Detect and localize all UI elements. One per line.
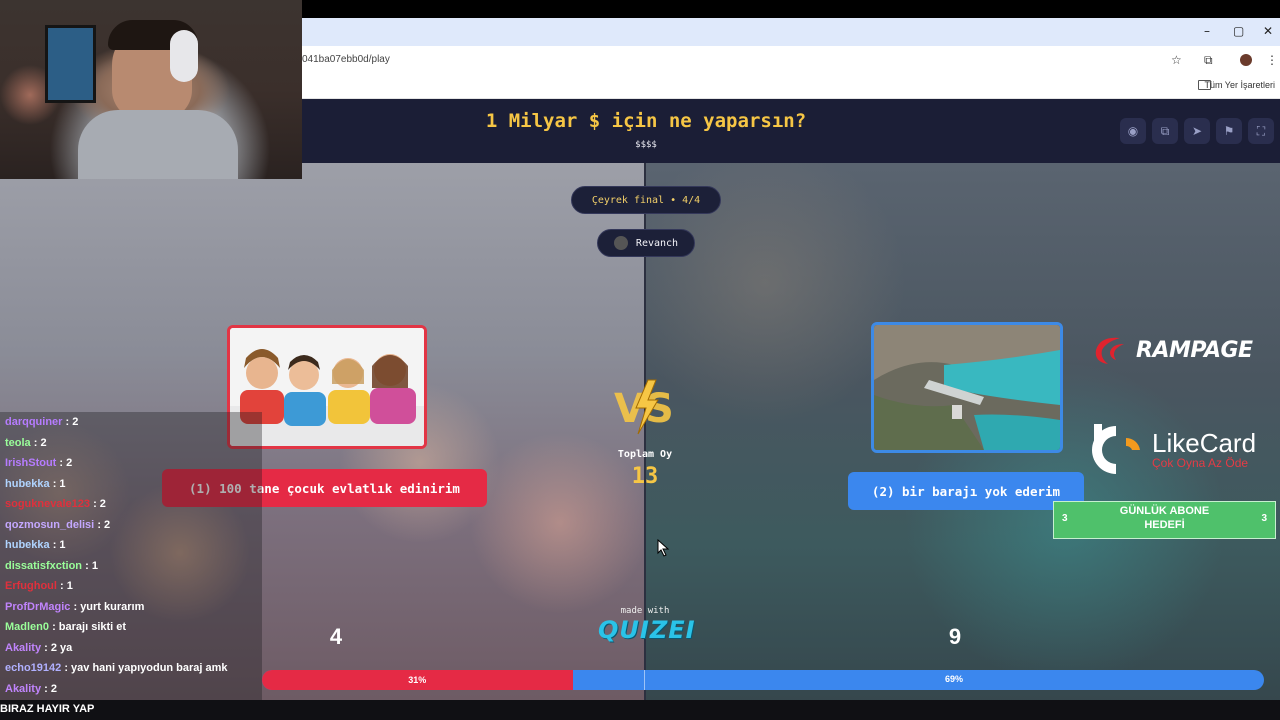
option-2-button[interactable]: (2) bir barajı yok ederim [848,472,1084,510]
send-icon[interactable]: ➤ [1184,118,1210,144]
chat-message: hubekka : 1 [5,478,66,490]
chat-username[interactable]: ProfDrMagic [5,601,70,613]
menu-icon[interactable]: ⋮ [1266,53,1278,67]
chat-username[interactable]: Akality [5,683,41,695]
minimize-button[interactable]: – [1204,24,1210,38]
chat-overlay [0,412,262,702]
option-1-progress: 31% [262,670,573,690]
chat-username[interactable]: soguknevale123 [5,498,90,510]
flag-icon[interactable]: ⚑ [1216,118,1242,144]
chat-message: dissatisfxction : 1 [5,560,98,572]
quiz-title: 1 Milyar $ için ne yaparsın? [485,110,807,132]
chat-text: : 2 [33,436,47,449]
chat-message: echo19142 : yav hani yapıyodun baraj amk [5,662,228,674]
chat-message: soguknevale123 : 2 [5,498,106,510]
made-with-label: made with [620,606,670,616]
chat-username[interactable]: hubekka [5,539,50,551]
chat-text: : 1 [52,477,66,490]
chat-username[interactable]: qozmosun_delisi [5,519,94,531]
chat-username[interactable]: Akality [5,642,41,654]
chat-text: : 1 [85,559,98,572]
daily-sub-goal: 3 3 GÜNLÜK ABONE HEDEFİ [1053,501,1276,539]
browser-tab-strip [302,18,1280,46]
share-icon[interactable]: ⧉ [1152,118,1178,144]
chat-text: : 2 [97,518,111,531]
chat-message: qozmosun_delisi : 2 [5,519,110,531]
chat-text: : 2 ya [44,641,73,654]
chat-text: : 2 [65,416,79,428]
vote-progress-bar: 31% [262,670,1264,690]
star-icon[interactable]: ☆ [1171,53,1182,67]
chat-message: ProfDrMagic : yurt kurarım [5,601,144,613]
rampage-logo: RAMPAGE [1090,333,1280,367]
chat-username[interactable]: darqquiner [5,416,62,428]
chat-text: : 2 [59,457,73,469]
chat-username[interactable]: Erfughoul [5,580,57,592]
goal-title: GÜNLÜK ABONE [1119,505,1210,517]
address-bar[interactable] [302,46,1280,76]
chat-message: Akality : 2 [5,683,57,695]
likecard-slogan: Çok Oyna Az Öde [1152,456,1249,470]
quiz-subtitle: $$$$ [635,140,657,150]
chat-message: darqquiner : 2 [5,416,78,428]
revanch-user-badge[interactable]: Revanch [597,229,695,257]
rampage-emblem-icon [1095,337,1124,364]
close-button[interactable]: ✕ [1263,24,1273,38]
option-2-votes: 9 [948,624,962,649]
chat-text: : 2 [44,682,57,695]
streamer-shirt [78,110,238,179]
chat-username[interactable]: IrishStout [5,457,56,469]
quizei-logo[interactable]: QUIZEI [598,616,695,644]
option-2-progress-label: 69% [944,674,963,684]
progress-midline [644,670,645,690]
background-monitor [45,25,96,103]
chat-username[interactable]: dissatisfxction [5,560,82,572]
bookmarks-bar [302,76,1280,99]
eye-icon[interactable]: ◉ [1120,118,1146,144]
chat-text: : 1 [60,580,73,592]
round-badge: Çeyrek final • 4/4 [571,186,721,214]
chat-message: teola : 2 [5,437,47,449]
chat-text: : yav hani yapıyodun baraj amk [64,662,228,674]
stream-ticker-text: BIRAZ HAYIR YAP [0,703,95,715]
headphone-icon [170,30,198,82]
chat-message: hubekka : 1 [5,539,66,551]
user-avatar [613,236,628,250]
chat-text: : 2 [93,498,106,510]
option-1-votes: 4 [329,624,343,649]
profile-avatar[interactable] [1240,54,1252,66]
maximize-button[interactable]: ▢ [1233,24,1244,38]
chat-username[interactable]: teola [5,437,31,449]
chat-message: IrishStout : 2 [5,457,72,469]
mouse-cursor-icon [657,539,670,557]
likecard-name: LikeCard [1152,428,1257,458]
total-votes-label: Toplam Oy [617,449,673,460]
chat-message: Akality : 2 ya [5,642,72,654]
chat-message: Madlen0 : barajı sikti et [5,621,126,633]
url-text[interactable]: 041ba07ebb0d/play [302,54,390,65]
bottom-strip [0,700,1280,720]
goal-subtitle: HEDEFİ [1144,519,1185,531]
chat-message: Erfughoul : 1 [5,580,73,592]
chat-text: : barajı sikti et [52,621,127,633]
versus-icon: VS [614,379,674,435]
total-votes-count: 13 [631,464,659,489]
option-2-image[interactable] [871,322,1063,453]
fullscreen-icon[interactable]: ⛶ [1248,118,1274,144]
extensions-icon[interactable]: ⧉ [1204,53,1213,68]
chat-username[interactable]: Madlen0 [5,621,49,633]
chat-text: : yurt kurarım [73,600,145,613]
chat-username[interactable]: echo19142 [5,662,61,674]
dam-photo [874,325,1060,450]
chat-text: : 1 [52,539,66,551]
chat-username[interactable]: hubekka [5,478,50,490]
all-bookmarks-link[interactable]: Tüm Yer İşaretleri [1204,80,1275,90]
